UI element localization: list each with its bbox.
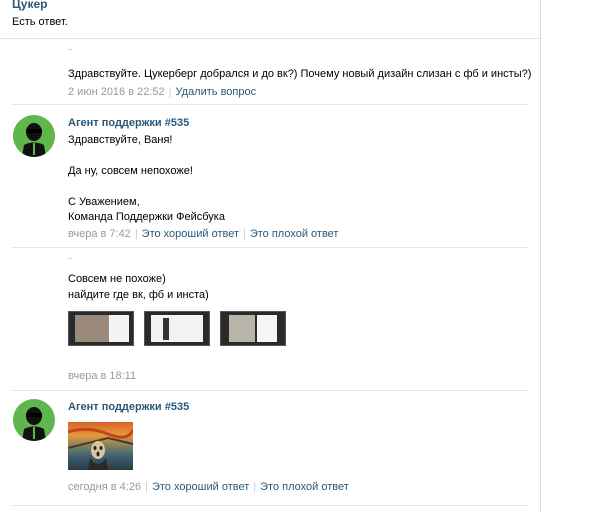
good-answer-link[interactable]: Это хороший ответ	[152, 481, 249, 493]
attached-images	[68, 311, 286, 346]
message-text-line: Здравствуйте, Ваня!	[68, 134, 173, 146]
ticket-panel: Цукер Есть ответ. Здравствуйте. Цукербер…	[0, 0, 541, 513]
attachment-thumbnail[interactable]	[220, 311, 286, 346]
message-time[interactable]: вчера в 7:42	[68, 228, 131, 240]
message-support-answer: Агент поддержки #535 Здравствуйте, Ваня!…	[0, 105, 540, 248]
message-question: Здравствуйте. Цукерберг добрался и до вк…	[0, 39, 540, 104]
bad-answer-link[interactable]: Это плохой ответ	[260, 481, 349, 493]
message-text-line: С Уважением,	[68, 196, 140, 208]
message-text-line: Да ну, совсем непохоже!	[68, 165, 193, 177]
ticket-status: Есть ответ.	[12, 16, 68, 28]
message-text-line: Совсем не похоже)	[68, 273, 166, 285]
scream-painting-icon	[68, 427, 133, 470]
attachment-thumbnail[interactable]	[68, 311, 134, 346]
author-name[interactable]: Агент поддержки #535	[68, 117, 189, 129]
agent-avatar[interactable]	[13, 399, 55, 441]
message-text-line: Команда Поддержки Фейсбука	[68, 211, 225, 223]
good-answer-link[interactable]: Это хороший ответ	[142, 228, 239, 240]
delete-question-link[interactable]: Удалить вопрос	[176, 86, 257, 98]
bad-answer-link[interactable]: Это плохой ответ	[250, 228, 339, 240]
ticket-title: Цукер	[12, 0, 48, 11]
message-meta: 2 июн 2016 в 22:52 | Удалить вопрос	[68, 86, 257, 98]
hidden-author-placeholder	[68, 49, 72, 50]
message-text: Здравствуйте. Цукерберг добрался и до вк…	[68, 68, 532, 80]
hidden-author-placeholder	[68, 258, 72, 259]
message-user-reply: Совсем не похоже) найдите где вк, фб и и…	[0, 248, 540, 390]
message-time[interactable]: сегодня в 4:26	[68, 481, 141, 493]
agent-avatar[interactable]	[13, 115, 55, 157]
message-meta: сегодня в 4:26 | Это хороший ответ | Это пло…	[68, 481, 349, 493]
divider	[12, 505, 528, 506]
attachment-image[interactable]	[68, 422, 133, 470]
author-name[interactable]: Агент поддержки #535	[68, 401, 189, 413]
agent-silhouette-icon	[22, 407, 46, 441]
message-meta: вчера в 7:42 | Это хороший ответ | Это плохо…	[68, 228, 339, 240]
message-time[interactable]: 2 июн 2016 в 22:52	[68, 86, 165, 98]
attachment-thumbnail[interactable]	[144, 311, 210, 346]
ticket-header: Цукер Есть ответ.	[0, 0, 540, 39]
agent-silhouette-icon	[22, 123, 46, 157]
message-time[interactable]: вчера в 18:11	[68, 370, 136, 382]
message-support-answer: Агент поддержки #535 сегодня в 4:26 | Это …	[0, 391, 540, 501]
message-text-line: найдите где вк, фб и инста)	[68, 289, 209, 301]
